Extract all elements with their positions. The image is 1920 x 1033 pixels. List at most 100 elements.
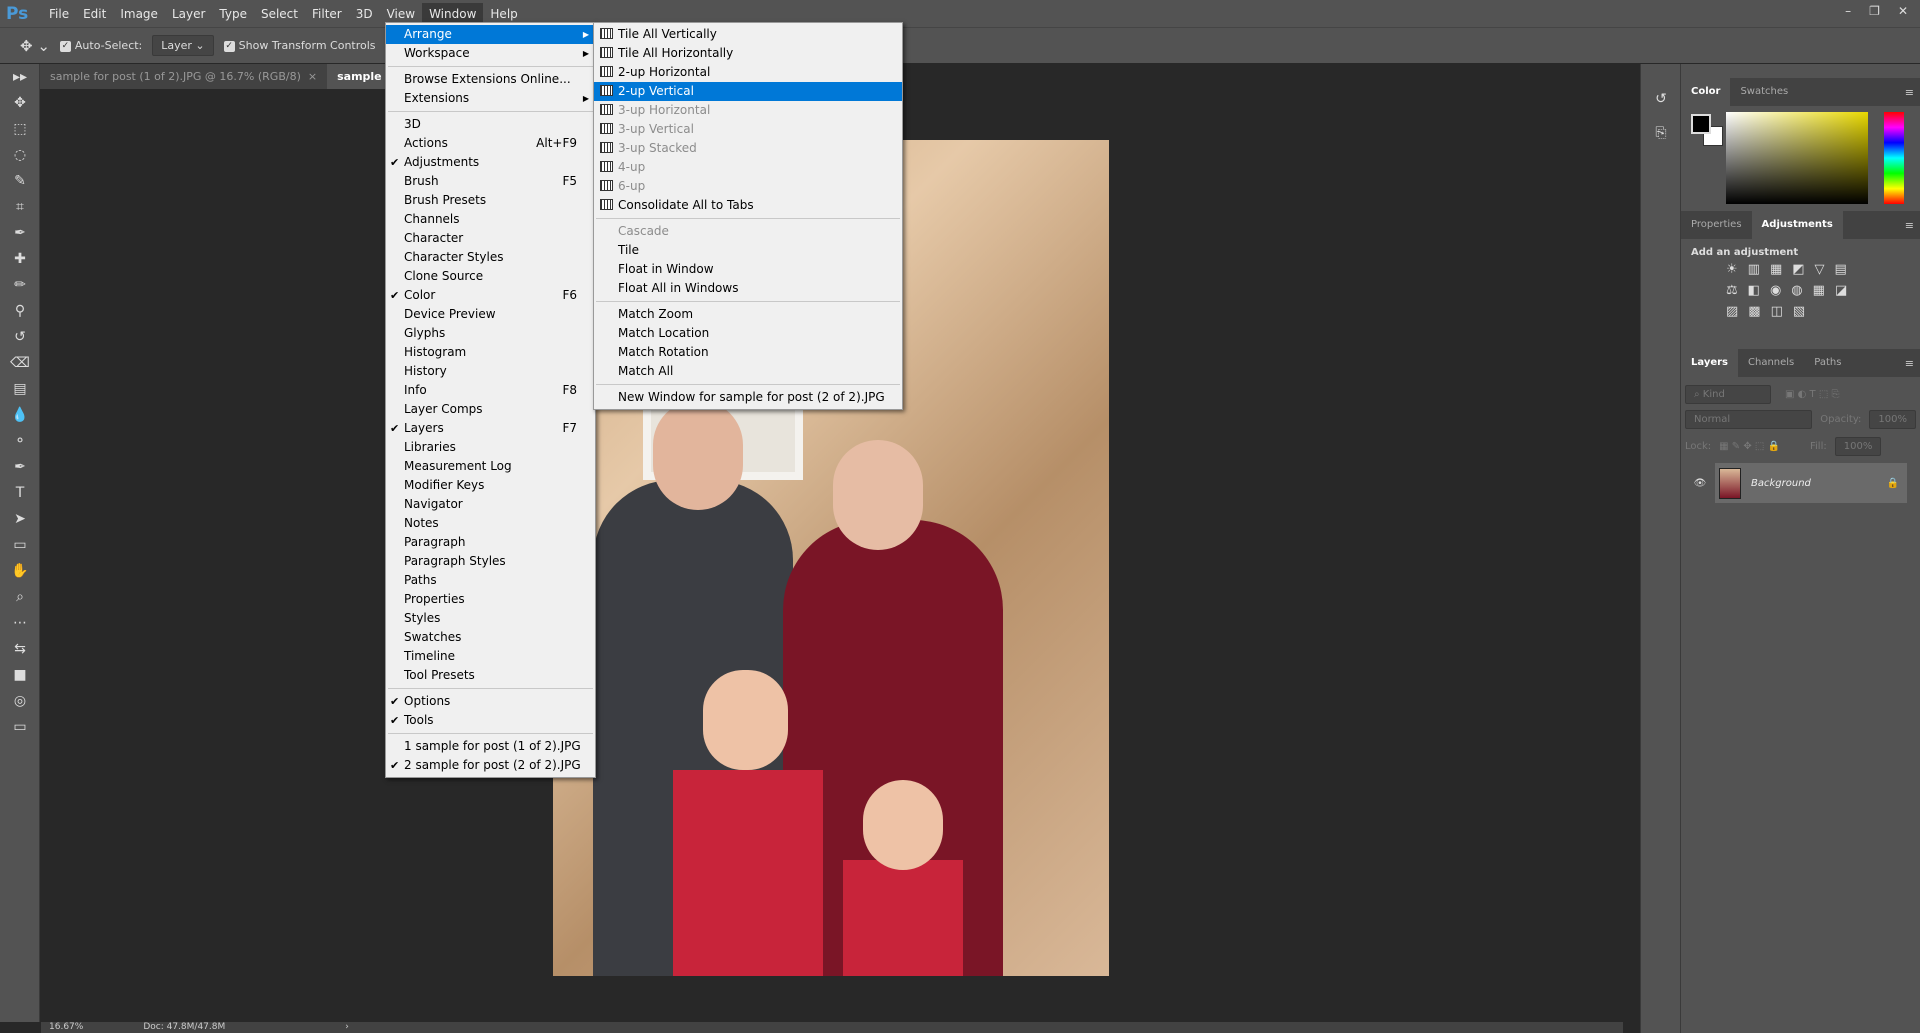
- menu-item-float-all-in-windows[interactable]: Float All in Windows: [594, 279, 902, 298]
- layer-name[interactable]: Background: [1751, 478, 1877, 489]
- menu-image[interactable]: Image: [113, 3, 165, 25]
- gradient-map-icon[interactable]: ▧: [1793, 304, 1805, 319]
- menu-item-3d[interactable]: 3D: [386, 115, 595, 134]
- move-tool-icon[interactable]: ✥: [0, 90, 40, 116]
- move-tool-icon[interactable]: ✥ ⌄: [20, 37, 50, 55]
- menu-item-styles[interactable]: Styles: [386, 609, 595, 628]
- properties-icon[interactable]: ⎘: [1641, 120, 1681, 146]
- channel-mixer-icon[interactable]: ◍: [1791, 283, 1802, 298]
- panel-menu-icon[interactable]: ≡: [1905, 357, 1914, 370]
- history-icon[interactable]: ↺: [1641, 86, 1681, 112]
- screen-mode-tool-icon[interactable]: ▭: [0, 714, 40, 740]
- restore-button[interactable]: ❐: [1869, 4, 1880, 18]
- menu-item-match-rotation[interactable]: Match Rotation: [594, 343, 902, 362]
- swap-colors-tool-icon[interactable]: ⇆: [0, 636, 40, 662]
- lasso-tool-icon[interactable]: ◌: [0, 142, 40, 168]
- tab-layers[interactable]: Layers: [1681, 349, 1738, 377]
- hand-tool-icon[interactable]: ✋: [0, 558, 40, 584]
- posterize-icon[interactable]: ▨: [1726, 304, 1738, 319]
- menu-item-layer-comps[interactable]: Layer Comps: [386, 400, 595, 419]
- exposure-icon[interactable]: ◩: [1792, 262, 1804, 277]
- menu-item-tile-all-vertically[interactable]: Tile All Vertically: [594, 25, 902, 44]
- menu-item-browse-extensions-online[interactable]: Browse Extensions Online...: [386, 70, 595, 89]
- menu-filter[interactable]: Filter: [305, 3, 349, 25]
- stamp-tool-icon[interactable]: ⚲: [0, 298, 40, 324]
- menu-item-new-window-for-sample-for-post-2-of-2-jpg[interactable]: New Window for sample for post (2 of 2).…: [594, 388, 902, 407]
- menu-3d[interactable]: 3D: [349, 3, 380, 25]
- menu-item-2-up-horizontal[interactable]: 2-up Horizontal: [594, 63, 902, 82]
- menu-item-libraries[interactable]: Libraries: [386, 438, 595, 457]
- auto-select-target-dropdown[interactable]: Layer ⌄: [152, 35, 214, 56]
- status-menu-arrow[interactable]: ›: [345, 1022, 349, 1033]
- menu-item-tool-presets[interactable]: Tool Presets: [386, 666, 595, 685]
- menu-item-adjustments[interactable]: ✔ Adjustments: [386, 153, 595, 172]
- menu-item-match-zoom[interactable]: Match Zoom: [594, 305, 902, 324]
- close-button[interactable]: ✕: [1898, 4, 1908, 18]
- blend-mode-dropdown[interactable]: Normal: [1685, 409, 1813, 429]
- menu-item-clone-source[interactable]: Clone Source: [386, 267, 595, 286]
- menu-item-paragraph-styles[interactable]: Paragraph Styles: [386, 552, 595, 571]
- tab-color[interactable]: Color: [1681, 78, 1731, 106]
- menu-item-tools[interactable]: ✔ Tools: [386, 711, 595, 730]
- menu-select[interactable]: Select: [254, 3, 305, 25]
- photo-filter-icon[interactable]: ◉: [1770, 283, 1781, 298]
- menu-edit[interactable]: Edit: [76, 3, 113, 25]
- auto-select-checkbox[interactable]: ✓ Auto-Select:: [59, 39, 142, 52]
- menu-item-modifier-keys[interactable]: Modifier Keys: [386, 476, 595, 495]
- menu-item-tile-all-horizontally[interactable]: Tile All Horizontally: [594, 44, 902, 63]
- menu-item-navigator[interactable]: Navigator: [386, 495, 595, 514]
- menu-item-character[interactable]: Character: [386, 229, 595, 248]
- panel-menu-icon[interactable]: ≡: [1905, 219, 1914, 232]
- tab-properties[interactable]: Properties: [1681, 211, 1752, 239]
- tab-adjustments[interactable]: Adjustments: [1751, 211, 1843, 239]
- layer-filter-icons[interactable]: ▣ ◐ T ⬚ ⎘: [1785, 389, 1839, 400]
- history-brush-tool-icon[interactable]: ↺: [0, 324, 40, 350]
- black-white-icon[interactable]: ◧: [1748, 283, 1760, 298]
- menu-item-info[interactable]: Info F8: [386, 381, 595, 400]
- menu-item-options[interactable]: ✔ Options: [386, 692, 595, 711]
- path-select-tool-icon[interactable]: ➤: [0, 506, 40, 532]
- levels-icon[interactable]: ▥: [1748, 262, 1760, 277]
- gradient-tool-icon[interactable]: ▤: [0, 376, 40, 402]
- eyedropper-tool-icon[interactable]: ✒: [0, 220, 40, 246]
- tab-channels[interactable]: Channels: [1738, 349, 1804, 377]
- brightness-icon[interactable]: ☀: [1726, 262, 1738, 277]
- dodge-tool-icon[interactable]: ⚬: [0, 428, 40, 454]
- rectangle-tool-icon[interactable]: ▭: [0, 532, 40, 558]
- menu-item-float-in-window[interactable]: Float in Window: [594, 260, 902, 279]
- menu-type[interactable]: Type: [212, 3, 254, 25]
- menu-item-arrange[interactable]: Arrange ▶: [386, 25, 595, 44]
- minimize-button[interactable]: –: [1845, 4, 1851, 18]
- marquee-tool-icon[interactable]: ⬚: [0, 116, 40, 142]
- eraser-tool-icon[interactable]: ⌫: [0, 350, 40, 376]
- menu-item-match-all[interactable]: Match All: [594, 362, 902, 381]
- hue-saturation-icon[interactable]: ▤: [1835, 262, 1847, 277]
- menu-item-2-sample-for-post-2-of-2-jpg[interactable]: ✔ 2 sample for post (2 of 2).JPG: [386, 756, 595, 775]
- menu-item-glyphs[interactable]: Glyphs: [386, 324, 595, 343]
- color-field[interactable]: [1726, 112, 1868, 204]
- menu-item-actions[interactable]: Actions Alt+F9: [386, 134, 595, 153]
- quick-mask-tool-icon[interactable]: ◎: [0, 688, 40, 714]
- hue-slider[interactable]: [1884, 112, 1904, 204]
- blur-tool-icon[interactable]: 💧: [0, 402, 40, 428]
- more-tool-icon[interactable]: ⋯: [0, 610, 40, 636]
- menu-item-1-sample-for-post-1-of-2-jpg[interactable]: 1 sample for post (1 of 2).JPG: [386, 737, 595, 756]
- visibility-eye-icon[interactable]: 👁: [1685, 478, 1715, 489]
- foreground-color-swatch[interactable]: [1691, 114, 1711, 134]
- menu-item-2-up-vertical[interactable]: 2-up Vertical: [594, 82, 902, 101]
- show-transform-checkbox[interactable]: ✓ Show Transform Controls: [223, 39, 376, 52]
- color-lookup-icon[interactable]: ▦: [1813, 283, 1825, 298]
- menu-item-timeline[interactable]: Timeline: [386, 647, 595, 666]
- menu-item-history[interactable]: History: [386, 362, 595, 381]
- menu-item-extensions[interactable]: Extensions ▶: [386, 89, 595, 108]
- threshold-icon[interactable]: ▩: [1748, 304, 1760, 319]
- opacity-field[interactable]: 100%: [1869, 409, 1916, 429]
- zoom-tool-icon[interactable]: ⌕: [0, 584, 40, 610]
- quick-select-tool-icon[interactable]: ✎: [0, 168, 40, 194]
- selective-color-icon[interactable]: ◫: [1771, 304, 1783, 319]
- zoom-level[interactable]: 16.67%: [49, 1022, 83, 1033]
- fill-field[interactable]: 100%: [1834, 436, 1882, 456]
- menu-item-paths[interactable]: Paths: [386, 571, 595, 590]
- menu-item-channels[interactable]: Channels: [386, 210, 595, 229]
- menu-item-color[interactable]: ✔ Color F6: [386, 286, 595, 305]
